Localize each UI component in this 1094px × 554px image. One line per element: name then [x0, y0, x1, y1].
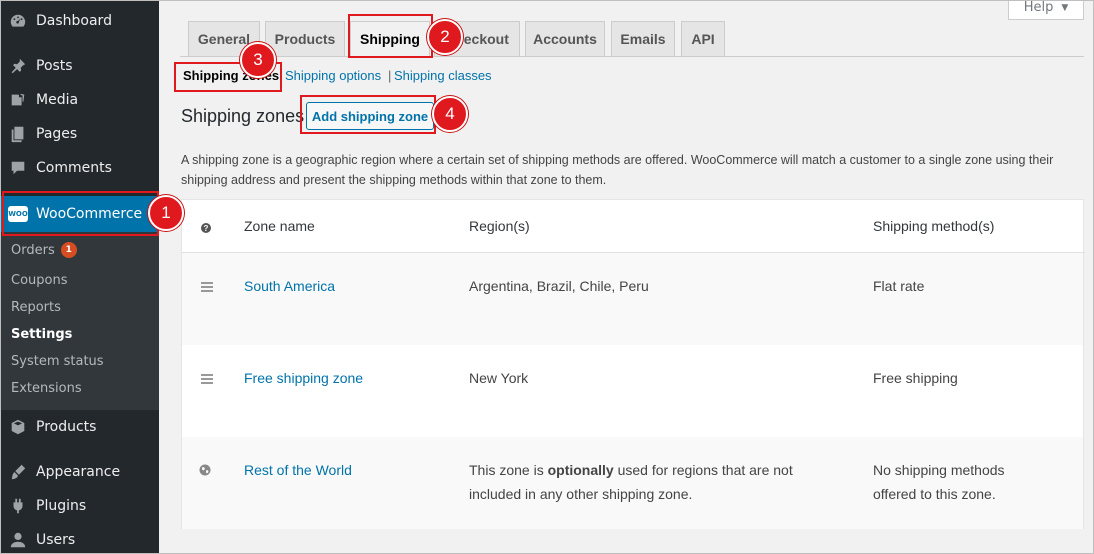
callout-4: 4: [432, 96, 468, 132]
menu-appearance-label: Appearance: [36, 464, 121, 480]
box-icon: [8, 417, 28, 437]
header-shipping-methods: Shipping method(s): [873, 218, 995, 234]
submenu-system-status[interactable]: System status: [11, 354, 104, 369]
help-tip-icon[interactable]: ?: [201, 223, 211, 233]
tab-accounts[interactable]: Accounts: [525, 21, 605, 57]
media-icon: [8, 90, 28, 110]
submenu-coupons[interactable]: Coupons: [11, 273, 68, 288]
shipping-zones-table: ? Zone name Region(s) Shipping method(s)…: [181, 199, 1085, 529]
menu-plugins-label: Plugins: [36, 498, 87, 514]
comment-icon: [8, 158, 28, 178]
menu-media[interactable]: Media: [0, 83, 159, 117]
submenu-orders-label: Orders: [11, 242, 55, 258]
submenu-extensions[interactable]: Extensions: [11, 381, 82, 396]
zone-regions: New York: [469, 370, 529, 386]
menu-woocommerce-label: WooCommerce: [36, 206, 143, 222]
subnav-shipping-classes[interactable]: Shipping classes: [394, 68, 492, 83]
orders-count-badge: 1: [60, 242, 77, 258]
menu-woocommerce[interactable]: WOO WooCommerce: [0, 196, 159, 232]
submenu-orders[interactable]: Orders 1: [11, 242, 77, 258]
rest-regions-bold: optionally: [547, 462, 614, 478]
chevron-down-icon: ▼: [1061, 2, 1069, 13]
header-regions: Region(s): [469, 218, 530, 234]
tab-products[interactable]: Products: [265, 21, 345, 57]
add-shipping-zone-button[interactable]: Add shipping zone: [306, 102, 434, 130]
woocommerce-submenu: Orders 1 Coupons Reports Settings System…: [0, 232, 159, 410]
menu-pages[interactable]: Pages: [0, 117, 159, 151]
help-button[interactable]: Help ▼: [1008, 0, 1084, 20]
submenu-reports[interactable]: Reports: [11, 300, 61, 315]
tab-shipping[interactable]: Shipping: [350, 21, 430, 57]
menu-products-label: Products: [36, 419, 97, 435]
zones-description: A shipping zone is a geographic region w…: [181, 153, 1054, 187]
zone-methods: Free shipping: [873, 370, 958, 386]
menu-users-label: Users: [36, 532, 76, 548]
pages-icon: [8, 124, 28, 144]
table-row-rest-of-world: Rest of the World This zone is optionall…: [182, 437, 1083, 529]
tab-api[interactable]: API: [681, 21, 725, 57]
menu-posts[interactable]: Posts: [0, 49, 159, 83]
zone-methods: Flat rate: [873, 278, 925, 294]
menu-dashboard-label: Dashboard: [36, 13, 112, 29]
menu-comments[interactable]: Comments: [0, 151, 159, 185]
header-zone-name: Zone name: [244, 218, 315, 234]
table-row: South America Argentina, Brazil, Chile, …: [182, 253, 1083, 345]
brush-icon: [8, 462, 28, 482]
drag-handle-icon[interactable]: [201, 374, 213, 384]
drag-handle-icon[interactable]: [201, 282, 213, 292]
subnav-separator: |: [388, 68, 392, 83]
globe-icon: [199, 464, 211, 476]
rest-regions-note: This zone is optionally used for regions…: [469, 458, 829, 506]
callout-3: 3: [240, 42, 276, 78]
menu-posts-label: Posts: [36, 58, 73, 74]
rest-methods-note: No shipping methods offered to this zone…: [873, 462, 1005, 502]
tab-emails[interactable]: Emails: [611, 21, 675, 57]
admin-sidebar: Dashboard Posts Media Pages Comments WOO…: [0, 0, 159, 554]
woo-logo: WOO: [8, 206, 28, 222]
zone-link-free-shipping[interactable]: Free shipping zone: [244, 370, 363, 386]
woo-icon: WOO: [8, 204, 28, 224]
subnav-shipping-options[interactable]: Shipping options: [285, 68, 381, 83]
table-row: Free shipping zone New York Free shippin…: [182, 345, 1083, 437]
page-title: Shipping zones: [181, 106, 305, 126]
menu-media-label: Media: [36, 92, 79, 108]
zone-regions: Argentina, Brazil, Chile, Peru: [469, 278, 649, 294]
pin-icon: [8, 56, 28, 76]
menu-users[interactable]: Users: [0, 523, 159, 554]
zone-link-south-america[interactable]: South America: [244, 278, 335, 294]
menu-comments-label: Comments: [36, 160, 112, 176]
menu-appearance[interactable]: Appearance: [0, 455, 159, 489]
menu-products[interactable]: Products: [0, 410, 159, 444]
menu-pages-label: Pages: [36, 126, 78, 142]
table-header: ? Zone name Region(s) Shipping method(s): [182, 200, 1085, 253]
callout-2: 2: [427, 19, 463, 55]
menu-plugins[interactable]: Plugins: [0, 489, 159, 523]
plugin-icon: [8, 496, 28, 516]
rest-regions-pre: This zone is: [469, 462, 548, 478]
zone-link-rest-of-world[interactable]: Rest of the World: [244, 462, 352, 478]
help-label: Help: [1023, 0, 1054, 15]
callout-1: 1: [148, 195, 184, 231]
user-icon: [8, 530, 28, 550]
menu-dashboard[interactable]: Dashboard: [0, 4, 159, 38]
dashboard-icon: [8, 11, 28, 31]
submenu-settings[interactable]: Settings: [11, 327, 72, 342]
